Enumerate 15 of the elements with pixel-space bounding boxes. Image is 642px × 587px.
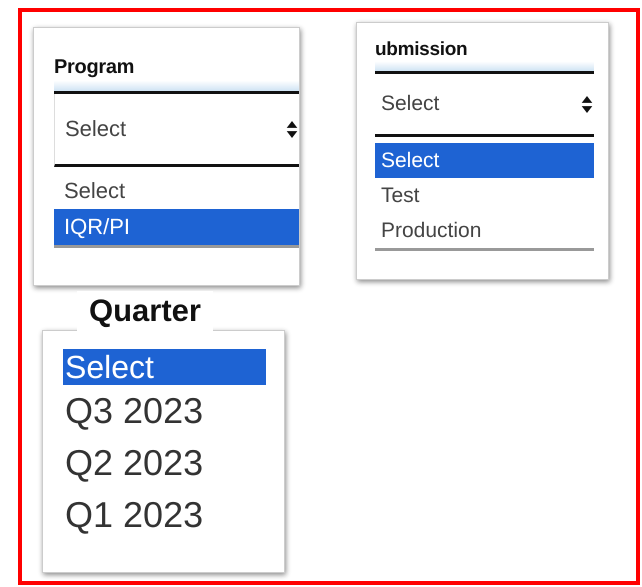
sort-arrows-icon [580,96,594,112]
field-label: Program [54,56,299,94]
select-field[interactable]: Select [54,94,299,167]
list-option[interactable]: Q1 2023 [63,489,266,541]
list-option[interactable]: Production [375,213,594,248]
list-option[interactable]: Q3 2023 [63,385,266,437]
list-option[interactable]: Select [375,143,594,178]
list-option[interactable]: Select [54,173,299,209]
select-field[interactable]: Select [375,74,594,137]
list-option[interactable]: Select [63,349,266,385]
field-label: ubmission [375,39,594,74]
sort-arrows-icon [285,120,299,138]
list-option[interactable]: IQR/PI [54,209,299,245]
list-option[interactable]: Test [375,178,594,213]
list-option[interactable]: Q2 2023 [63,437,266,489]
